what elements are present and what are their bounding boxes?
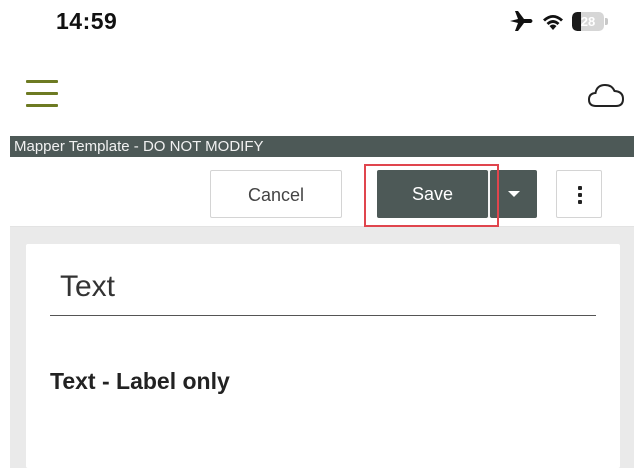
wifi-icon	[541, 11, 565, 31]
more-options-button[interactable]	[556, 170, 602, 218]
cancel-button[interactable]: Cancel	[210, 170, 342, 218]
text-field-underline	[50, 314, 596, 316]
hamburger-menu-icon[interactable]	[26, 80, 58, 108]
status-icons: 28	[508, 8, 608, 34]
cloud-icon[interactable]	[586, 80, 626, 110]
battery-cap	[605, 17, 608, 25]
status-bar: 14:59 28	[0, 0, 634, 44]
text-field[interactable]: Text	[50, 268, 596, 316]
form-card: Text Text - Label only	[26, 244, 620, 468]
mobile-screen: 14:59 28 Mapper Template - DO NOT MODIFY…	[0, 0, 634, 468]
battery-icon: 28	[572, 11, 608, 31]
save-button[interactable]: Save	[377, 170, 488, 218]
battery-body: 28	[572, 11, 604, 31]
more-vertical-icon	[578, 186, 582, 204]
battery-level: 28	[580, 13, 596, 29]
text-field-label: Text	[60, 270, 116, 303]
status-time: 14:59	[56, 8, 118, 34]
form-title: Mapper Template - DO NOT MODIFY	[10, 136, 634, 157]
toolbar: Cancel Save	[10, 157, 634, 227]
airplane-icon	[508, 9, 534, 33]
caret-down-icon	[508, 191, 520, 197]
content-area: Text Text - Label only	[10, 227, 634, 468]
save-options-button[interactable]	[490, 170, 537, 218]
label-only-text: Text - Label only	[50, 368, 230, 394]
